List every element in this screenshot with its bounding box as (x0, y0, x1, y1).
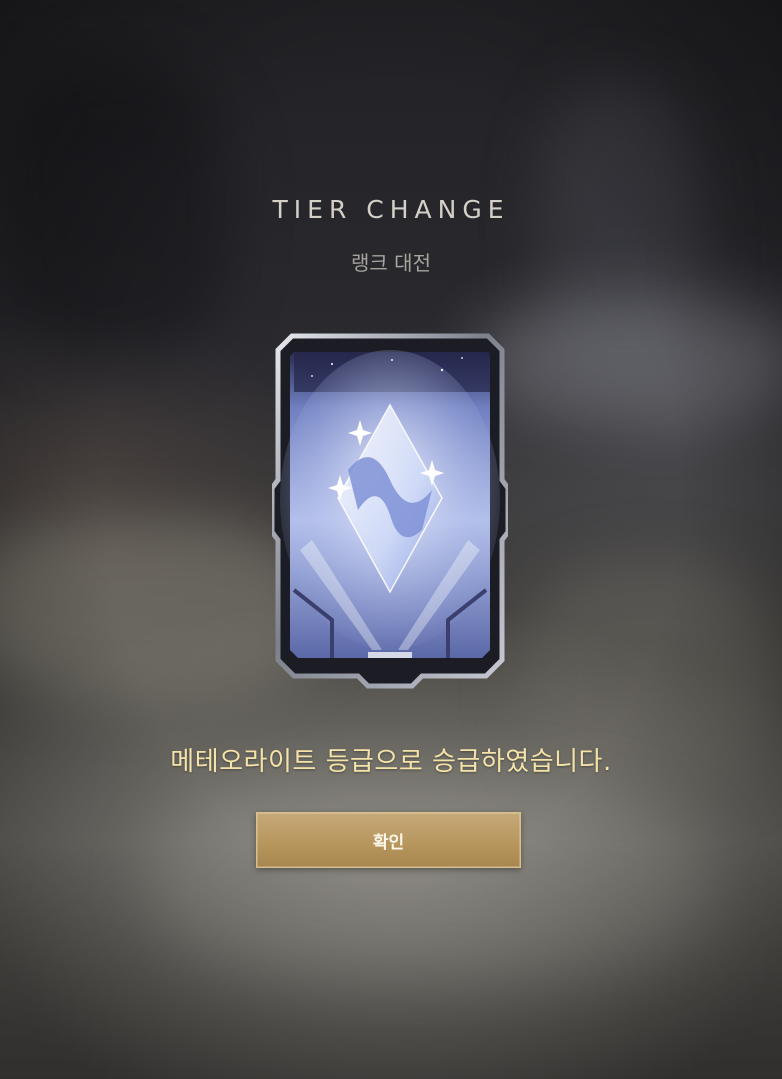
confirm-button[interactable]: 확인 (256, 812, 521, 868)
dialog-title: TIER CHANGE (272, 195, 510, 224)
tier-card (272, 330, 508, 690)
dialog-subtitle: 랭크 대전 (351, 251, 431, 275)
promotion-message: 메테오라이트 등급으로 승급하였습니다. (170, 747, 612, 777)
meteorite-tier-emblem-icon (272, 333, 508, 689)
